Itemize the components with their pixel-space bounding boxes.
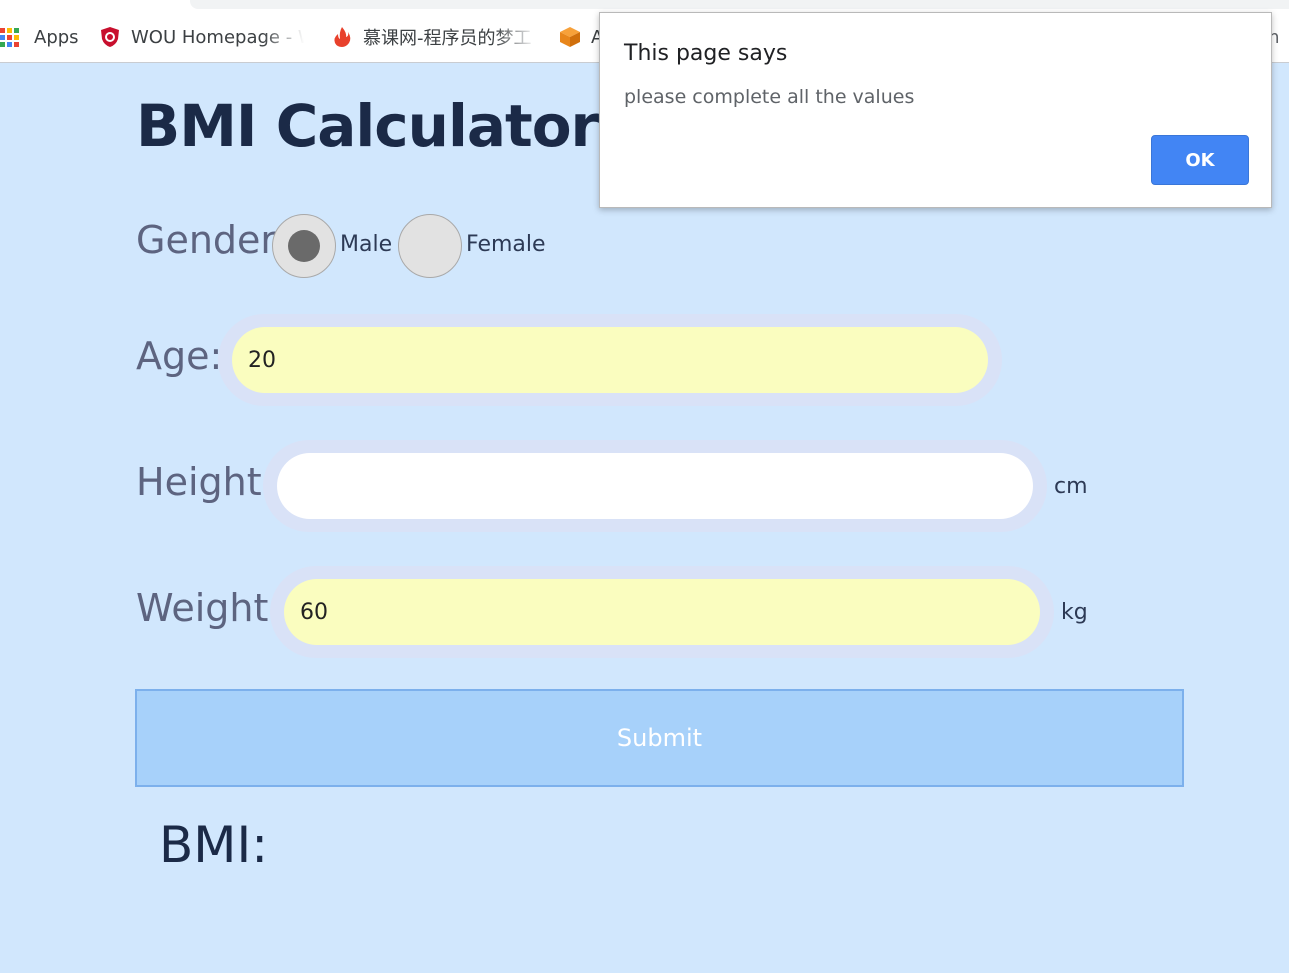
age-input[interactable] — [232, 327, 988, 393]
age-label: Age: — [136, 334, 223, 378]
bookmark-imooc-label: 慕课网-程序员的梦工 — [363, 28, 532, 49]
apps-grid-icon — [0, 27, 21, 47]
bookmark-wou-homepage[interactable]: WOU Homepage - W — [99, 24, 304, 50]
bookmark-apps-label: Apps — [34, 26, 79, 48]
radio-selected-dot — [288, 230, 320, 262]
alert-dialog: This page says please complete all the v… — [599, 12, 1272, 208]
dialog-message: please complete all the values — [624, 86, 915, 108]
ok-button[interactable]: OK — [1151, 135, 1249, 185]
weight-unit: kg — [1061, 600, 1088, 625]
bookmark-box-label: A — [591, 26, 599, 48]
flame-icon — [334, 27, 351, 47]
orange-cube-icon — [560, 27, 580, 47]
bookmark-wou-label: WOU Homepage - W — [131, 26, 304, 48]
bookmark-box[interactable]: A — [559, 24, 599, 50]
dialog-title: This page says — [624, 41, 788, 66]
male-radio[interactable] — [272, 214, 336, 278]
weight-label: Weight: — [136, 586, 282, 630]
bookmark-apps[interactable]: Apps — [0, 24, 79, 50]
wou-shield-icon — [101, 27, 119, 47]
tab-strip — [190, 0, 1289, 9]
bmi-result-label: BMI: — [159, 816, 269, 874]
female-radio[interactable] — [398, 214, 462, 278]
height-field-wrapper — [263, 440, 1047, 532]
age-field-wrapper — [218, 314, 1002, 406]
height-label: Height: — [136, 460, 275, 504]
weight-field-wrapper — [270, 566, 1054, 658]
page-title: BMI Calculator — [136, 92, 599, 160]
gender-label: Gender: — [136, 218, 289, 262]
male-label[interactable]: Male — [340, 232, 392, 257]
submit-button[interactable]: Submit — [135, 689, 1184, 787]
female-label[interactable]: Female — [466, 232, 546, 257]
height-input[interactable] — [277, 453, 1033, 519]
bookmark-imooc[interactable]: 慕课网-程序员的梦工 — [331, 24, 536, 50]
height-unit: cm — [1054, 474, 1088, 499]
weight-input[interactable] — [284, 579, 1040, 645]
